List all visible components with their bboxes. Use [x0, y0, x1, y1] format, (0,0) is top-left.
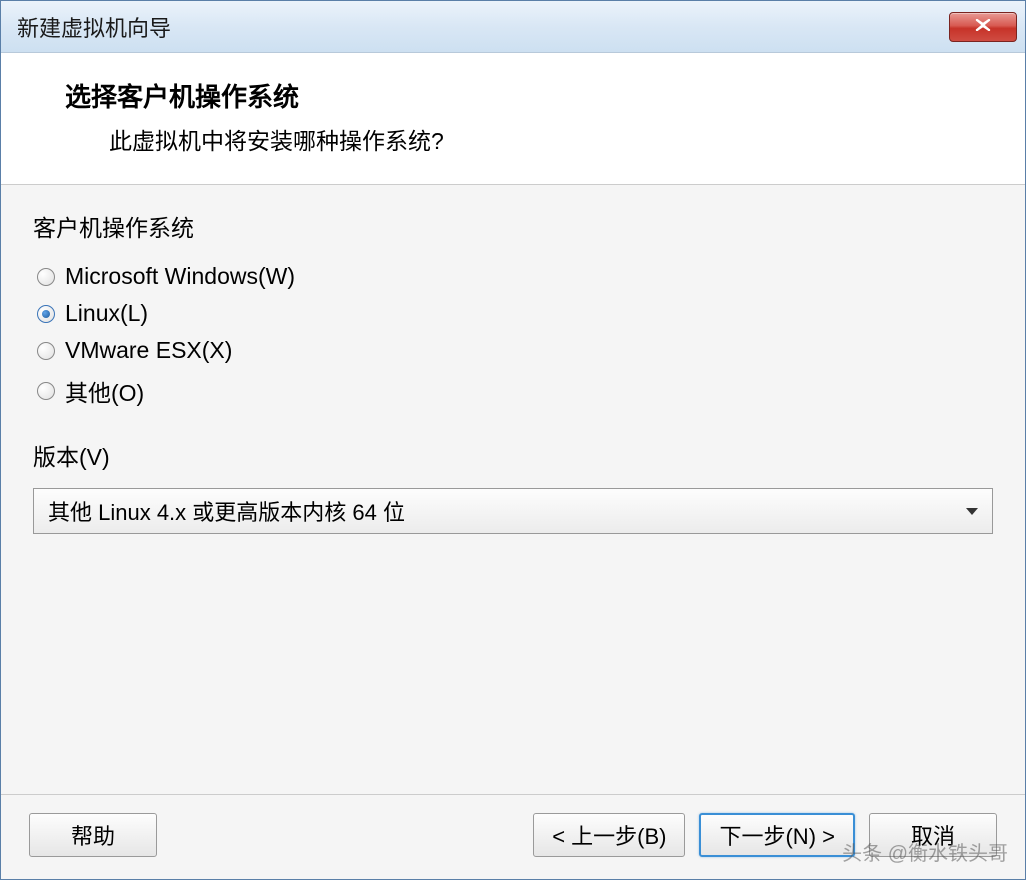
- radio-linux[interactable]: Linux(L): [37, 300, 993, 327]
- window-title: 新建虚拟机向导: [17, 11, 171, 43]
- radio-vmware-esx[interactable]: VMware ESX(X): [37, 337, 993, 364]
- next-button[interactable]: 下一步(N) >: [699, 813, 855, 857]
- page-subtitle: 此虚拟机中将安装哪种操作系统?: [65, 122, 1005, 156]
- header-panel: 选择客户机操作系统 此虚拟机中将安装哪种操作系统?: [1, 53, 1025, 185]
- close-button[interactable]: [949, 12, 1017, 42]
- radio-label: Microsoft Windows(W): [65, 263, 295, 290]
- cancel-button[interactable]: 取消: [869, 813, 997, 857]
- help-button[interactable]: 帮助: [29, 813, 157, 857]
- radio-windows[interactable]: Microsoft Windows(W): [37, 263, 993, 290]
- radio-icon: [37, 268, 55, 286]
- wizard-window: 新建虚拟机向导 选择客户机操作系统 此虚拟机中将安装哪种操作系统? 客户机操作系…: [0, 0, 1026, 880]
- radio-label: 其他(O): [65, 374, 144, 408]
- back-button[interactable]: < 上一步(B): [533, 813, 685, 857]
- content-area: 客户机操作系统 Microsoft Windows(W) Linux(L) VM…: [1, 185, 1025, 794]
- version-label: 版本(V): [33, 438, 993, 472]
- chevron-down-icon: [966, 508, 978, 515]
- radio-icon: [37, 382, 55, 400]
- radio-label: VMware ESX(X): [65, 337, 232, 364]
- radio-other[interactable]: 其他(O): [37, 374, 993, 408]
- titlebar: 新建虚拟机向导: [1, 1, 1025, 53]
- radio-dot-icon: [42, 310, 50, 318]
- page-title: 选择客户机操作系统: [65, 77, 1005, 114]
- radio-icon: [37, 305, 55, 323]
- close-icon: [975, 18, 991, 36]
- os-radio-group: Microsoft Windows(W) Linux(L) VMware ESX…: [33, 263, 993, 408]
- os-group-label: 客户机操作系统: [33, 209, 993, 243]
- radio-icon: [37, 342, 55, 360]
- radio-label: Linux(L): [65, 300, 148, 327]
- footer: 帮助 < 上一步(B) 下一步(N) > 取消: [1, 794, 1025, 879]
- version-dropdown[interactable]: 其他 Linux 4.x 或更高版本内核 64 位: [33, 488, 993, 534]
- dropdown-selected-value: 其他 Linux 4.x 或更高版本内核 64 位: [48, 495, 405, 527]
